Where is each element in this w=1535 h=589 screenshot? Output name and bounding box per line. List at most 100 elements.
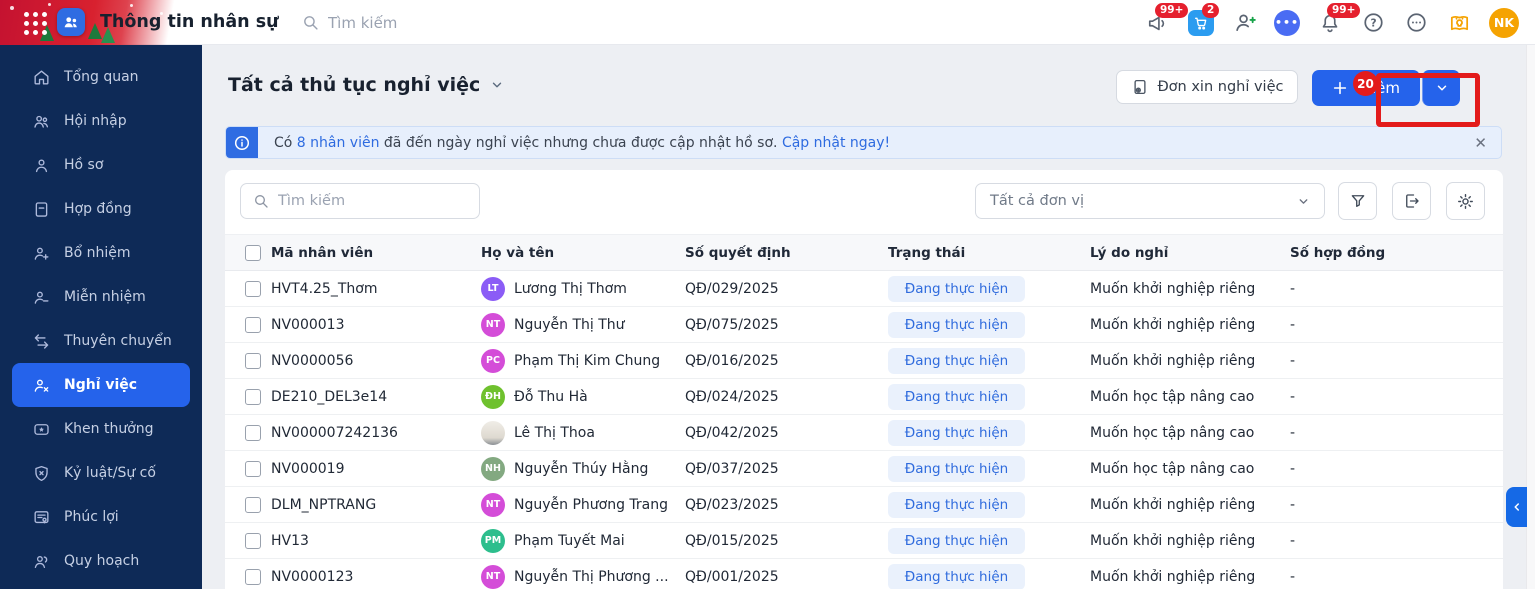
chevron-down-icon <box>490 78 504 92</box>
table-row[interactable]: NV000007242136 Lê Thị Thoa QĐ/042/2025 Đang… <box>225 415 1503 451</box>
banner-text-middle: đã đến ngày nghỉ việc nhưng chưa được cậ… <box>383 134 778 151</box>
employee-name: Lương Thị Thơm <box>514 280 627 297</box>
employee-name: Nguyễn Thị Phương ... <box>514 568 669 585</box>
hr-app-icon[interactable] <box>57 8 85 36</box>
contract-number: - <box>1290 460 1296 477</box>
sidebar-item-1[interactable]: Hội nhập <box>12 99 190 143</box>
employee-code: NV0000056 <box>271 352 354 369</box>
table-row[interactable]: HVT4.25_Thơm LT Lương Thị Thơm QĐ/029/2025 Đ… <box>225 271 1503 307</box>
table-row[interactable]: DE210_DEL3e14 ĐH Đỗ Thu Hà QĐ/024/2025 Đang … <box>225 379 1503 415</box>
annotation-number-badge: 20 <box>1353 71 1378 96</box>
export-button[interactable] <box>1392 182 1431 220</box>
person-plus-icon <box>32 244 51 263</box>
notifications-button[interactable]: 99+ <box>1317 2 1361 36</box>
employee-name-cell: NT Nguyễn Phương Trang <box>481 492 685 517</box>
global-search[interactable] <box>302 0 508 45</box>
decision-number: QĐ/037/2025 <box>685 460 779 477</box>
announcements-button[interactable]: 99+ <box>1145 2 1189 36</box>
row-checkbox[interactable] <box>245 424 261 441</box>
global-search-input[interactable] <box>328 13 508 32</box>
sidebar-item-11[interactable]: Quy hoạch <box>12 539 190 583</box>
employee-name: Phạm Tuyết Mai <box>514 532 625 549</box>
transfer-icon <box>32 332 51 351</box>
sidebar-item-5[interactable]: Miễn nhiệm <box>12 275 190 319</box>
sidebar-item-9[interactable]: Kỷ luật/Sự cố <box>12 451 190 495</box>
sidebar-item-3[interactable]: Hợp đồng <box>12 187 190 231</box>
table-row[interactable]: HV13 PM Phạm Tuyết Mai QĐ/015/2025 Đang thực… <box>225 523 1503 559</box>
status-badge: Đang thực hiện <box>888 563 1025 589</box>
planning-icon <box>32 552 51 571</box>
row-checkbox[interactable] <box>245 388 261 405</box>
filter-button[interactable] <box>1338 182 1377 220</box>
sidebar-item-7[interactable]: Nghỉ việc <box>12 363 190 407</box>
contract-number: - <box>1290 388 1296 405</box>
sidebar-item-2[interactable]: Hồ sơ <box>12 143 190 187</box>
banner-close-button[interactable]: ✕ <box>1474 134 1487 152</box>
chat-icon: ••• <box>1274 9 1300 36</box>
unit-filter-select[interactable]: Tất cả đơn vị <box>975 183 1325 219</box>
row-checkbox[interactable] <box>245 280 261 297</box>
settings-button[interactable] <box>1446 182 1485 220</box>
sidebar-item-8[interactable]: Khen thưởng <box>12 407 190 451</box>
select-all-checkbox[interactable] <box>245 244 261 261</box>
page-scrollbar[interactable] <box>1526 45 1535 589</box>
user-avatar[interactable]: NK <box>1489 7 1519 38</box>
contract-number: - <box>1290 496 1296 513</box>
table-row[interactable]: DLM_NPTRANG NT Nguyễn Phương Trang QĐ/023/2… <box>225 487 1503 523</box>
person-icon <box>32 156 51 175</box>
employee-name: Nguyễn Thị Thư <box>514 316 625 333</box>
search-icon <box>253 193 269 209</box>
col-header-reason: Lý do nghỉ <box>1090 244 1169 261</box>
sidebar-item-label: Phúc lợi <box>64 509 119 525</box>
leave-request-button[interactable]: Đơn xin nghỉ việc <box>1116 70 1299 104</box>
employee-code: DLM_NPTRANG <box>271 496 377 513</box>
sidebar-item-6[interactable]: Thuyên chuyển <box>12 319 190 363</box>
chat-button[interactable]: ••• <box>1274 9 1300 36</box>
funnel-icon <box>1349 192 1367 210</box>
table-search[interactable] <box>240 183 480 219</box>
view-switcher[interactable]: Tất cả thủ tục nghỉ việc <box>228 74 504 96</box>
employee-name: Phạm Thị Kim Chung <box>514 352 661 369</box>
employee-name: Đỗ Thu Hà <box>514 388 588 405</box>
app-launcher-icon[interactable] <box>24 12 48 36</box>
sidebar-item-0[interactable]: Tổng quan <box>12 55 190 99</box>
whats-new-button[interactable] <box>1446 10 1472 36</box>
employee-avatar: PC <box>481 348 505 373</box>
employee-name: Nguyễn Thúy Hằng <box>514 460 649 477</box>
row-checkbox[interactable] <box>245 352 261 369</box>
table-search-input[interactable] <box>278 193 448 209</box>
row-checkbox[interactable] <box>245 460 261 477</box>
leave-reason: Muốn khởi nghiệp riêng <box>1090 352 1256 369</box>
employee-name-cell: NT Nguyễn Thị Thư <box>481 312 685 337</box>
svg-text:?: ? <box>1370 18 1376 30</box>
employee-name-cell: Lê Thị Thoa <box>481 420 685 445</box>
table-row[interactable]: NV0000056 PC Phạm Thị Kim Chung QĐ/016/2025… <box>225 343 1503 379</box>
row-checkbox[interactable] <box>245 496 261 513</box>
sidebar-item-label: Kỷ luật/Sự cố <box>64 465 156 481</box>
row-checkbox[interactable] <box>245 532 261 549</box>
shield-icon <box>32 464 51 483</box>
side-panel-collapse-tab[interactable] <box>1506 487 1527 527</box>
sidebar-item-label: Bổ nhiệm <box>64 245 131 261</box>
invite-user-button[interactable] <box>1231 10 1257 36</box>
status-badge: Đang thực hiện <box>888 383 1025 410</box>
cart-button[interactable]: 2 <box>1188 2 1220 36</box>
help-button[interactable]: ? <box>1360 10 1386 36</box>
employee-count-link[interactable]: 8 nhân viên <box>297 135 380 151</box>
sidebar-item-10[interactable]: Phúc lợi <box>12 495 190 539</box>
row-checkbox[interactable] <box>245 568 261 585</box>
more-button[interactable] <box>1403 10 1429 36</box>
document-settings-icon <box>1131 78 1149 96</box>
employee-avatar: PM <box>481 528 505 553</box>
search-icon <box>302 14 319 31</box>
table-row[interactable]: NV0000123 NT Nguyễn Thị Phương ... QĐ/001/2… <box>225 559 1503 589</box>
table-row[interactable]: NV000013 NT Nguyễn Thị Thư QĐ/075/2025 Đang … <box>225 307 1503 343</box>
row-checkbox[interactable] <box>245 316 261 333</box>
update-now-link[interactable]: Cập nhật ngay! <box>782 135 890 151</box>
view-title: Tất cả thủ tục nghỉ việc <box>228 74 481 96</box>
add-dropdown-button[interactable] <box>1422 70 1460 106</box>
table-row[interactable]: NV000019 NH Nguyễn Thúy Hằng QĐ/037/2025 Đan… <box>225 451 1503 487</box>
sidebar-item-4[interactable]: Bổ nhiệm <box>12 231 190 275</box>
employee-name-cell: LT Lương Thị Thơm <box>481 276 685 301</box>
plus-icon <box>1332 80 1348 96</box>
